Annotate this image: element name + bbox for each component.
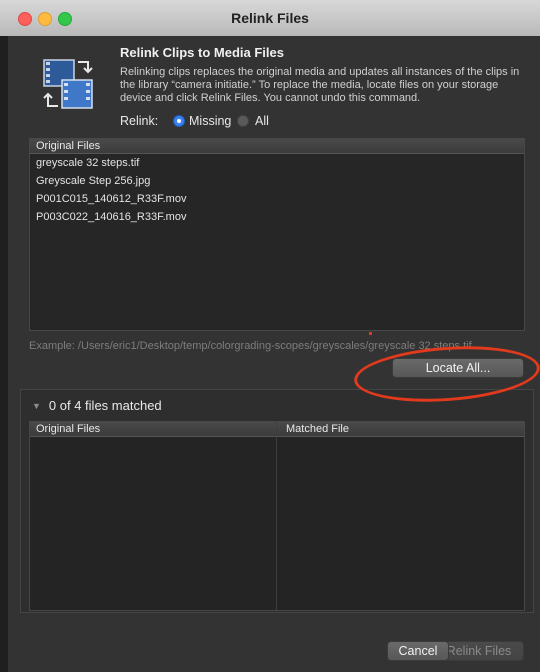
all-radio[interactable] — [237, 115, 249, 127]
original-files-column-header[interactable]: Original Files — [30, 139, 524, 154]
list-item[interactable]: Greyscale Step 256.jpg — [30, 172, 524, 190]
missing-radio[interactable] — [173, 115, 185, 127]
title-bar: Relink Files — [0, 0, 540, 37]
list-item[interactable]: P001C015_140612_R33F.mov — [30, 190, 524, 208]
original-files-column-header[interactable]: Original Files — [36, 422, 100, 436]
dialog-description: Relinking clips replaces the original me… — [120, 66, 520, 104]
matched-table-header: Original Files Matched File — [30, 422, 524, 437]
list-item[interactable]: P003C022_140616_R33F.mov — [30, 208, 524, 226]
annotation-dot — [369, 332, 372, 335]
relink-clips-icon — [43, 59, 93, 109]
column-divider — [276, 422, 277, 610]
list-item[interactable]: greyscale 32 steps.tif — [30, 154, 524, 172]
all-radio-label[interactable]: All — [255, 114, 269, 128]
window-edge — [0, 36, 8, 672]
window-title: Relink Files — [231, 10, 309, 26]
relink-label: Relink: — [120, 114, 159, 128]
matched-files-table[interactable]: Original Files Matched File — [29, 421, 525, 611]
dialog-heading: Relink Clips to Media Files — [120, 45, 284, 60]
matched-file-column-header[interactable]: Matched File — [286, 422, 349, 436]
matched-disclosure[interactable]: ▼ 0 of 4 files matched — [32, 398, 162, 413]
matched-summary: 0 of 4 files matched — [48, 398, 162, 413]
missing-radio-label[interactable]: Missing — [189, 114, 231, 128]
original-files-list[interactable]: Original Files greyscale 32 steps.tif Gr… — [29, 138, 525, 331]
disclosure-triangle-icon[interactable]: ▼ — [32, 401, 41, 411]
cancel-button[interactable]: Cancel — [387, 641, 449, 661]
